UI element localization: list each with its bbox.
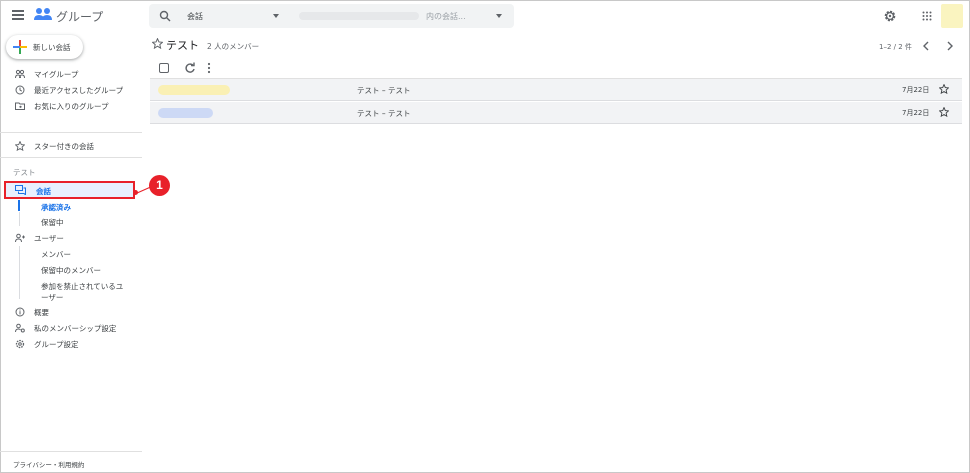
sidebar-subitem-pending-members[interactable]: 保留中のメンバー: [41, 265, 101, 276]
gear-icon: [15, 339, 25, 349]
settings-gear-icon[interactable]: [883, 9, 897, 23]
my-groups-icon: [15, 69, 25, 79]
conversation-date: 7月22日: [902, 109, 930, 117]
sidebar-item-my-groups[interactable]: マイグループ: [0, 67, 142, 81]
sidebar-divider: [0, 132, 142, 133]
main-content: テスト 2 人のメンバー 1–2 / 2 件 テスト – テスト 7月22日 テ…: [142, 32, 969, 472]
conversation-subject[interactable]: テスト – テスト: [357, 85, 411, 96]
sidebar-item-about[interactable]: 概要: [0, 305, 142, 319]
conversation-row[interactable]: テスト – テスト 7月22日: [150, 102, 962, 124]
sidebar-subitem-approved[interactable]: 承認済み: [41, 202, 71, 213]
sidebar-item-conversations[interactable]: 会話: [4, 181, 135, 199]
top-bar: グループ 会話 内の会話...: [0, 0, 968, 32]
star-icon[interactable]: [939, 107, 949, 117]
person-settings-icon: [15, 323, 25, 333]
groups-logo-icon[interactable]: [34, 7, 52, 21]
conversation-subject[interactable]: テスト – テスト: [357, 108, 411, 119]
conversation-row[interactable]: テスト – テスト 7月22日: [150, 79, 962, 101]
member-count[interactable]: 2 人のメンバー: [207, 41, 259, 52]
new-conversation-button[interactable]: 新しい会話: [6, 35, 83, 59]
group-title: テスト: [166, 39, 199, 52]
sidebar-item-label: ユーザー: [34, 234, 64, 243]
sidebar-subitem-banned-users-cont[interactable]: ーザー: [41, 292, 63, 303]
chevron-down-icon[interactable]: [273, 14, 279, 18]
sidebar-subitem-banned-users[interactable]: 参加を禁止されているユ: [41, 281, 123, 292]
search-input[interactable]: 内の会話...: [426, 11, 466, 22]
star-icon: [15, 141, 25, 151]
sidebar-item-users[interactable]: ユーザー: [0, 231, 142, 245]
app-title[interactable]: グループ: [56, 8, 103, 25]
sidebar-item-label: 最近アクセスしたグループ: [34, 86, 124, 95]
sidebar-item-recent-groups[interactable]: 最近アクセスしたグループ: [0, 83, 142, 97]
conversations-icon: [15, 185, 26, 195]
star-icon[interactable]: [152, 38, 163, 49]
folder-star-icon: [15, 102, 25, 110]
sidebar-item-label: 概要: [34, 308, 49, 317]
search-scope-select[interactable]: 会話: [187, 11, 203, 22]
sidebar-item-favorite-groups[interactable]: お気に入りのグループ: [0, 99, 142, 113]
sidebar-item-group-settings[interactable]: グループ設定: [0, 337, 142, 351]
blurred-sender: [158, 108, 213, 118]
star-icon[interactable]: [939, 84, 949, 94]
select-all-checkbox[interactable]: [159, 63, 169, 73]
more-vert-icon[interactable]: [206, 62, 212, 74]
tree-line: [19, 246, 20, 299]
sidebar-item-starred[interactable]: スター付きの会話: [0, 139, 142, 153]
chevron-left-icon[interactable]: [922, 41, 930, 51]
active-indicator: [18, 200, 20, 211]
blurred-sender: [158, 85, 230, 95]
search-box[interactable]: 会話 内の会話...: [149, 4, 514, 28]
search-options-chevron-icon[interactable]: [496, 14, 502, 18]
sidebar-item-label: グループ設定: [34, 340, 79, 349]
group-section-label: テスト: [13, 168, 36, 177]
sidebar-divider: [0, 157, 142, 158]
search-icon[interactable]: [159, 10, 171, 22]
info-icon: [15, 307, 25, 317]
sidebar-item-label: お気に入りのグループ: [34, 102, 109, 111]
refresh-icon[interactable]: [184, 62, 196, 74]
sidebar-item-label: マイグループ: [34, 70, 79, 79]
account-avatar[interactable]: [941, 4, 963, 28]
tree-line: [19, 212, 20, 226]
privacy-terms-link[interactable]: プライバシー・利用規約: [13, 459, 84, 469]
sidebar-item-label: 会話: [36, 187, 51, 196]
clock-icon: [15, 85, 25, 95]
sidebar: 新しい会話 マイグループ 最近アクセスしたグループ お気に入りのグループ スター…: [0, 32, 142, 472]
users-icon: [15, 233, 25, 243]
sidebar-subitem-pending[interactable]: 保留中: [41, 217, 64, 228]
blurred-group-name: [299, 12, 419, 20]
chevron-right-icon[interactable]: [946, 41, 954, 51]
sidebar-item-membership-settings[interactable]: 私のメンバーシップ設定: [0, 321, 142, 335]
pagination-text: 1–2 / 2 件: [879, 43, 912, 51]
new-conversation-label: 新しい会話: [33, 43, 71, 52]
apps-grid-icon[interactable]: [922, 11, 932, 21]
sidebar-subitem-members[interactable]: メンバー: [41, 249, 71, 260]
plus-icon: [13, 40, 27, 54]
menu-icon[interactable]: [12, 10, 24, 20]
sidebar-item-label: 私のメンバーシップ設定: [34, 324, 117, 333]
conversation-date: 7月22日: [902, 86, 930, 94]
sidebar-item-label: スター付きの会話: [34, 142, 94, 151]
sidebar-divider: [0, 451, 142, 452]
